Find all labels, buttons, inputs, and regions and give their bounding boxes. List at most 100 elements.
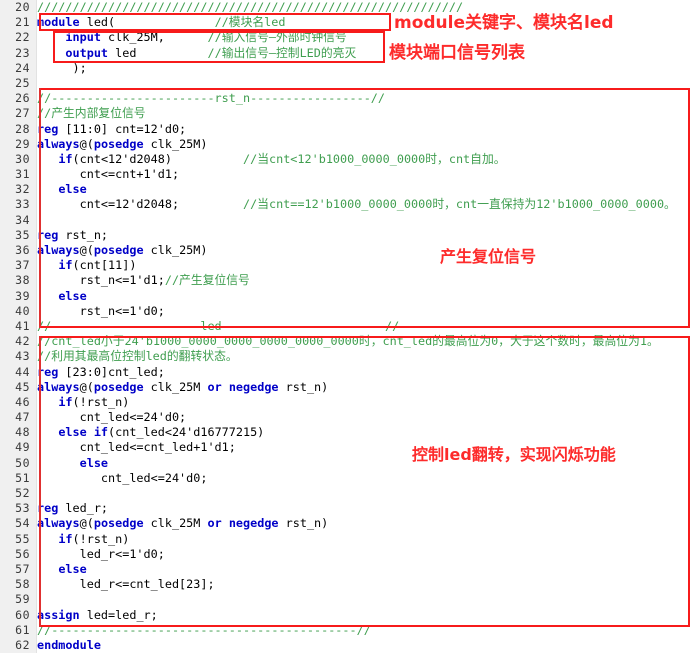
code-token: clk_25M, [100,30,208,45]
comment-token: //-----------------------rst_n----------… [37,91,386,106]
line-number: 57 [15,561,30,576]
code-line[interactable]: if(!rst_n) [37,395,700,410]
code-line[interactable]: reg [23:0]cnt_led; [37,365,700,380]
code-line[interactable]: cnt<=12'd2048; //当cnt==12'b1000_0000_000… [37,197,700,212]
code-token: (!rst_n) [72,531,130,546]
line-number: 30 [15,151,30,166]
line-number: 32 [15,182,30,197]
comment-token: //当cnt==12'b1000_0000_0000时，cnt一直保持为12'b… [242,197,676,212]
code-token: (cnt_led<24'd16777215) [108,425,265,440]
code-line[interactable]: endmodule [37,638,700,653]
code-line[interactable]: led_r<=cnt_led[23]; [37,577,700,592]
code-line[interactable]: //产生内部复位信号 [37,106,700,121]
line-number: 62 [15,637,30,652]
code-line[interactable] [37,213,700,228]
code-token: clk_25M) [143,243,208,257]
line-number: 27 [15,106,30,121]
code-editor: 20 21 22 23 24 25 26 27 28 29 30 31 32 33 34 35 36 37 38 39… [0,0,700,653]
keyword-token: negedge [228,379,279,394]
comment-token: //输入信号—外部时钟信号 [207,30,347,45]
line-number: 50 [15,455,30,470]
code-token: cnt_led<=24'd0; [37,410,187,425]
code-token: @( [79,136,94,151]
keyword-token: assign [37,607,80,622]
line-number: 44 [15,364,30,379]
code-line[interactable] [37,486,700,501]
code-line[interactable]: //---------------------led--------------… [37,319,700,334]
foldbar-reset [39,88,41,328]
comment-token: //输出信号—控制LED的亮灭 [207,45,357,60]
code-line[interactable]: else [37,289,700,304]
comment-token: //产生复位信号 [164,273,250,288]
code-line[interactable]: reg led_r; [37,501,700,516]
code-line[interactable] [37,76,700,91]
code-line[interactable]: //--------------------------------------… [37,623,700,638]
code-line[interactable]: always@(posedge clk_25M) [37,137,700,152]
code-token: cnt<=12'd2048; [37,197,243,212]
code-line[interactable]: else [37,562,700,577]
code-line[interactable]: //-----------------------rst_n----------… [37,91,700,106]
line-number: 28 [15,121,30,136]
line-number: 42 [15,334,30,349]
code-token: led=led_r; [79,607,158,622]
line-number: 21 [15,15,30,30]
port-list-note: 模块端口信号列表 [389,43,525,63]
keyword-token: always [37,243,80,257]
code-line[interactable]: cnt_led<=24'd0; [37,410,700,425]
code-line[interactable]: output led //输出信号—控制LED的亮灭 [37,46,700,61]
code-line[interactable]: always@(posedge clk_25M or negedge rst_n… [37,380,700,395]
code-token: cnt_led<=cnt_led+1'd1; [37,440,236,455]
code-token: (!rst_n) [72,394,130,409]
line-number: 26 [15,91,30,106]
code-token: rst_n) [278,516,329,531]
reset-signal-note: 产生复位信号 [440,247,537,266]
keyword-token: or [207,516,222,531]
keyword-token: else [79,455,109,470]
line-number: 59 [15,592,30,607]
code-line[interactable]: reg rst_n; [37,228,700,243]
code-line[interactable]: //cnt_led小于24'b1000_0000_0000_0000_0000_… [37,334,700,349]
keyword-token: if [58,258,73,273]
line-number: 43 [15,349,30,364]
code-token: @( [79,243,94,257]
code-token: (cnt<12'd2048) [72,151,243,166]
code-token: rst_n<=1'd0; [37,303,165,318]
keyword-token: if [58,531,73,546]
foldbar-led [39,336,41,627]
line-number: 56 [15,546,30,561]
code-line[interactable]: cnt_led<=24'd0; [37,471,700,486]
code-token: clk_25M [143,516,208,531]
code-line[interactable]: else [37,182,700,197]
code-line[interactable]: always@(posedge clk_25M or negedge rst_n… [37,516,700,531]
code-line[interactable]: if(cnt[11]) [37,258,700,273]
code-line[interactable]: rst_n<=1'd0; [37,304,700,319]
code-line[interactable]: if(!rst_n) [37,532,700,547]
code-line[interactable]: always@(posedge clk_25M) [37,243,700,258]
code-line[interactable]: rst_n<=1'd1;//产生复位信号 [37,273,700,288]
keyword-token: or [207,379,222,394]
line-number: 47 [15,410,30,425]
code-line[interactable]: cnt<=cnt+1'd1; [37,167,700,182]
code-line[interactable]: //利用其最高位控制led的翻转状态。 [37,349,700,364]
code-line[interactable]: ); [37,61,700,76]
code-token: cnt_led<=24'd0; [37,470,208,485]
line-number: 24 [15,60,30,75]
module-keyword-note: module关键字、模块名led [394,13,614,33]
keyword-token: posedge [93,243,144,257]
line-number: 33 [15,197,30,212]
keyword-token: if [58,151,73,166]
code-line[interactable]: reg [11:0] cnt=12'd0; [37,122,700,137]
code-line[interactable] [37,592,700,607]
code-line[interactable]: else if(cnt_led<24'd16777215) [37,425,700,440]
line-number: 55 [15,531,30,546]
code-line[interactable]: if(cnt<12'd2048) //当cnt<12'b1000_0000_00… [37,152,700,167]
code-token: [11:0] cnt=12'd0; [58,121,187,136]
line-number: 51 [15,470,30,485]
code-line[interactable]: led_r<=1'd0; [37,547,700,562]
comment-token: //cnt_led小于24'b1000_0000_0000_0000_0000_… [37,334,659,349]
code-content-area[interactable]: ////////////////////////////////////////… [37,0,700,653]
code-line[interactable]: assign led=led_r; [37,608,700,623]
keyword-token: always [37,516,80,531]
